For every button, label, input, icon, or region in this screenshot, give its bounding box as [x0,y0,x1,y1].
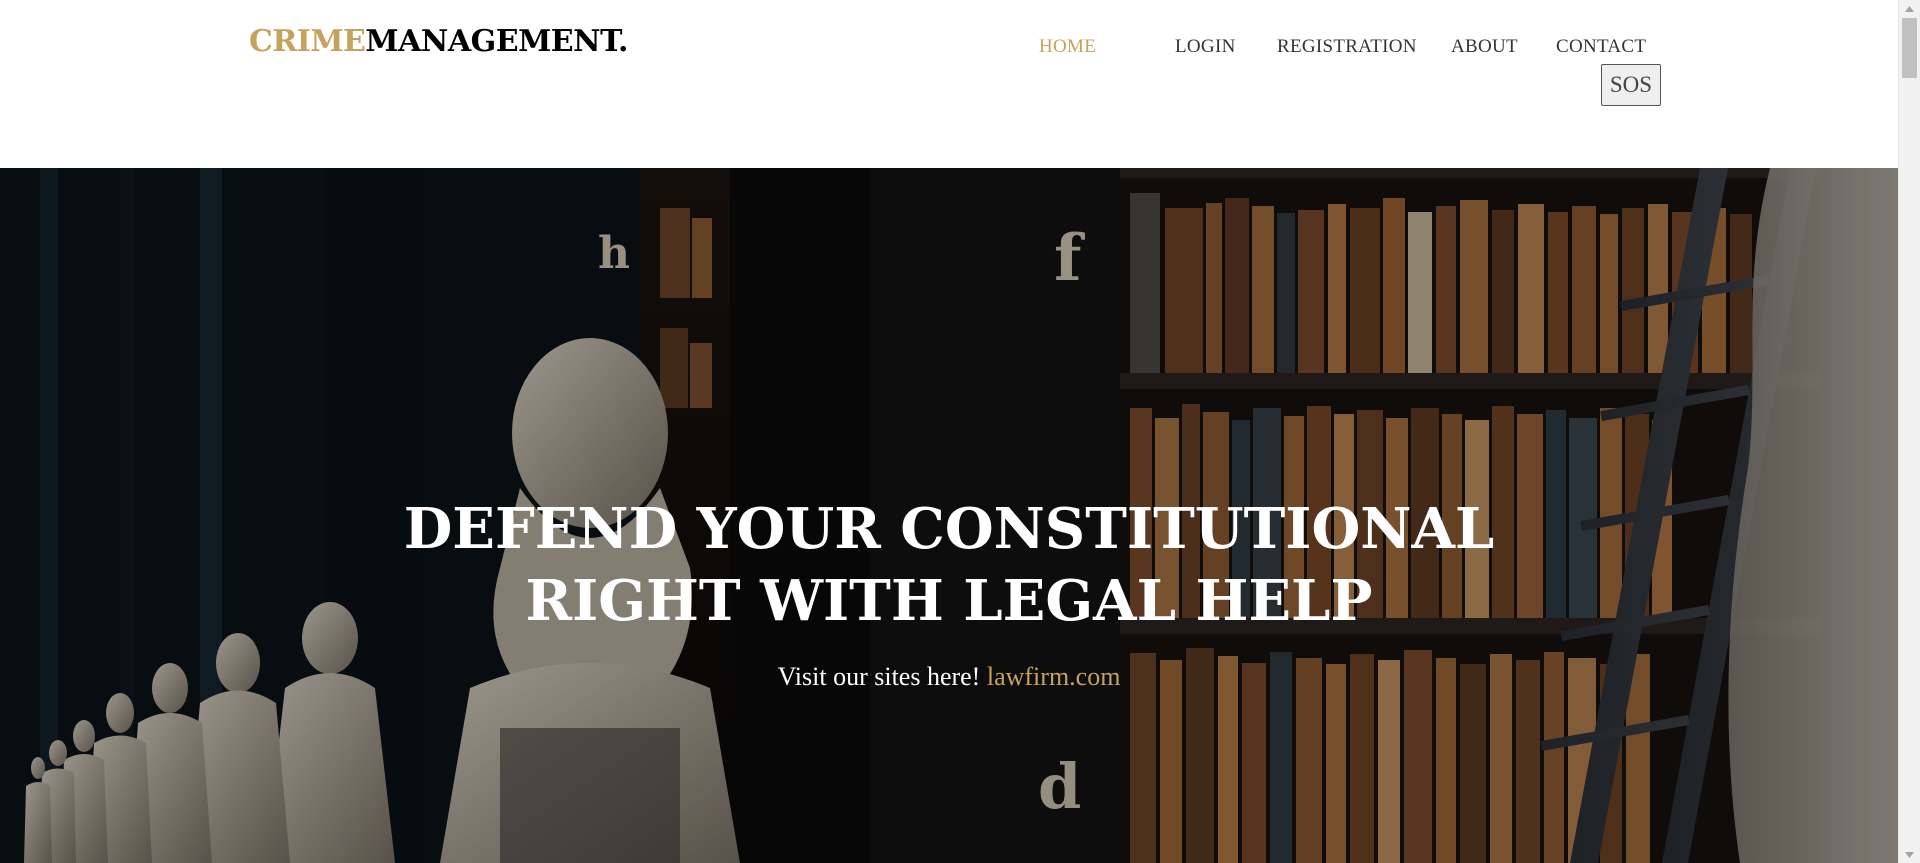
hero-title: DEFEND YOUR CONSTITUTIONAL RIGHT WITH LE… [0,493,1898,637]
nav-contact[interactable]: CONTACT [1556,36,1646,58]
scroll-up-arrow-icon[interactable] [1899,0,1920,17]
scroll-down-arrow-icon[interactable] [1899,846,1920,863]
page: CRIMEMANAGEMENT. HOME LOGIN REGISTRATION… [0,0,1920,863]
hero-title-line-1: DEFEND YOUR CONSTITUTIONAL [403,496,1495,562]
page-scrollbar[interactable] [1898,0,1920,863]
site-logo[interactable]: CRIMEMANAGEMENT. [249,24,628,59]
nav-about[interactable]: ABOUT [1451,36,1518,58]
nav-home[interactable]: HOME [1039,36,1096,58]
hero-subtitle: Visit our sites here! lawfirm.com [0,662,1898,692]
hero-section: h g f d [0,168,1898,863]
lawfirm-link[interactable]: lawfirm.com [987,662,1121,691]
logo-main-text: MANAGEMENT. [365,24,628,59]
nav-registration[interactable]: REGISTRATION [1277,36,1417,58]
site-header: CRIMEMANAGEMENT. HOME LOGIN REGISTRATION… [0,0,1898,168]
scrollbar-thumb[interactable] [1902,18,1917,78]
hero-subtitle-text: Visit our sites here! [777,662,981,691]
sos-button[interactable]: SOS [1601,64,1661,106]
logo-accent-text: CRIME [249,24,366,59]
hero-title-line-2: RIGHT WITH LEGAL HELP [525,568,1373,634]
nav-login[interactable]: LOGIN [1175,36,1236,58]
